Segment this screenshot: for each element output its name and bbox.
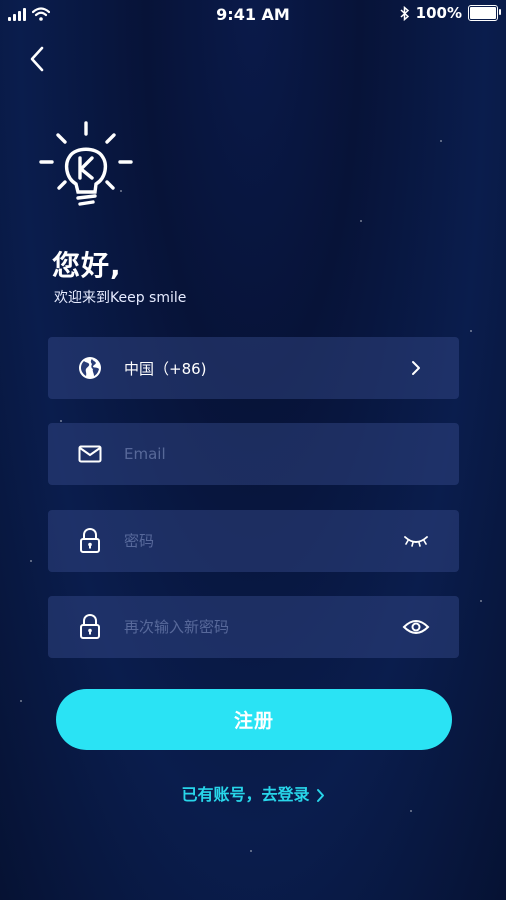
confirm-password-field-row <box>48 596 459 658</box>
email-field-row <box>48 423 459 485</box>
status-bar: 9:41 AM 100% <box>0 0 506 30</box>
country-label: 中国（+86) <box>124 359 207 378</box>
battery-icon <box>468 5 501 21</box>
chevron-right-icon <box>401 356 431 380</box>
back-button[interactable] <box>20 42 54 76</box>
greeting-title: 您好, <box>52 249 122 282</box>
eye-closed-icon[interactable] <box>401 529 431 553</box>
chevron-left-icon <box>30 46 44 72</box>
register-button[interactable]: 注册 <box>56 689 452 750</box>
confirm-password-input[interactable] <box>124 618 401 636</box>
greeting-subtitle: 欢迎来到Keep smile <box>54 290 187 306</box>
email-input[interactable] <box>124 445 459 463</box>
password-field-row <box>48 510 459 572</box>
bluetooth-icon <box>400 5 409 21</box>
lock-icon <box>78 528 102 553</box>
chevron-right-icon <box>316 789 324 802</box>
mail-icon <box>78 442 102 466</box>
eye-open-icon[interactable] <box>401 615 431 639</box>
globe-icon <box>78 356 102 380</box>
password-input[interactable] <box>124 532 401 550</box>
login-link[interactable]: 已有账号，去登录 <box>0 781 506 805</box>
login-link-label: 已有账号，去登录 <box>181 785 310 804</box>
lightbulb-k-logo <box>39 121 133 206</box>
battery-percent: 100% <box>415 4 462 22</box>
lock-icon <box>78 614 102 639</box>
country-selector[interactable]: 中国（+86) <box>48 337 459 399</box>
